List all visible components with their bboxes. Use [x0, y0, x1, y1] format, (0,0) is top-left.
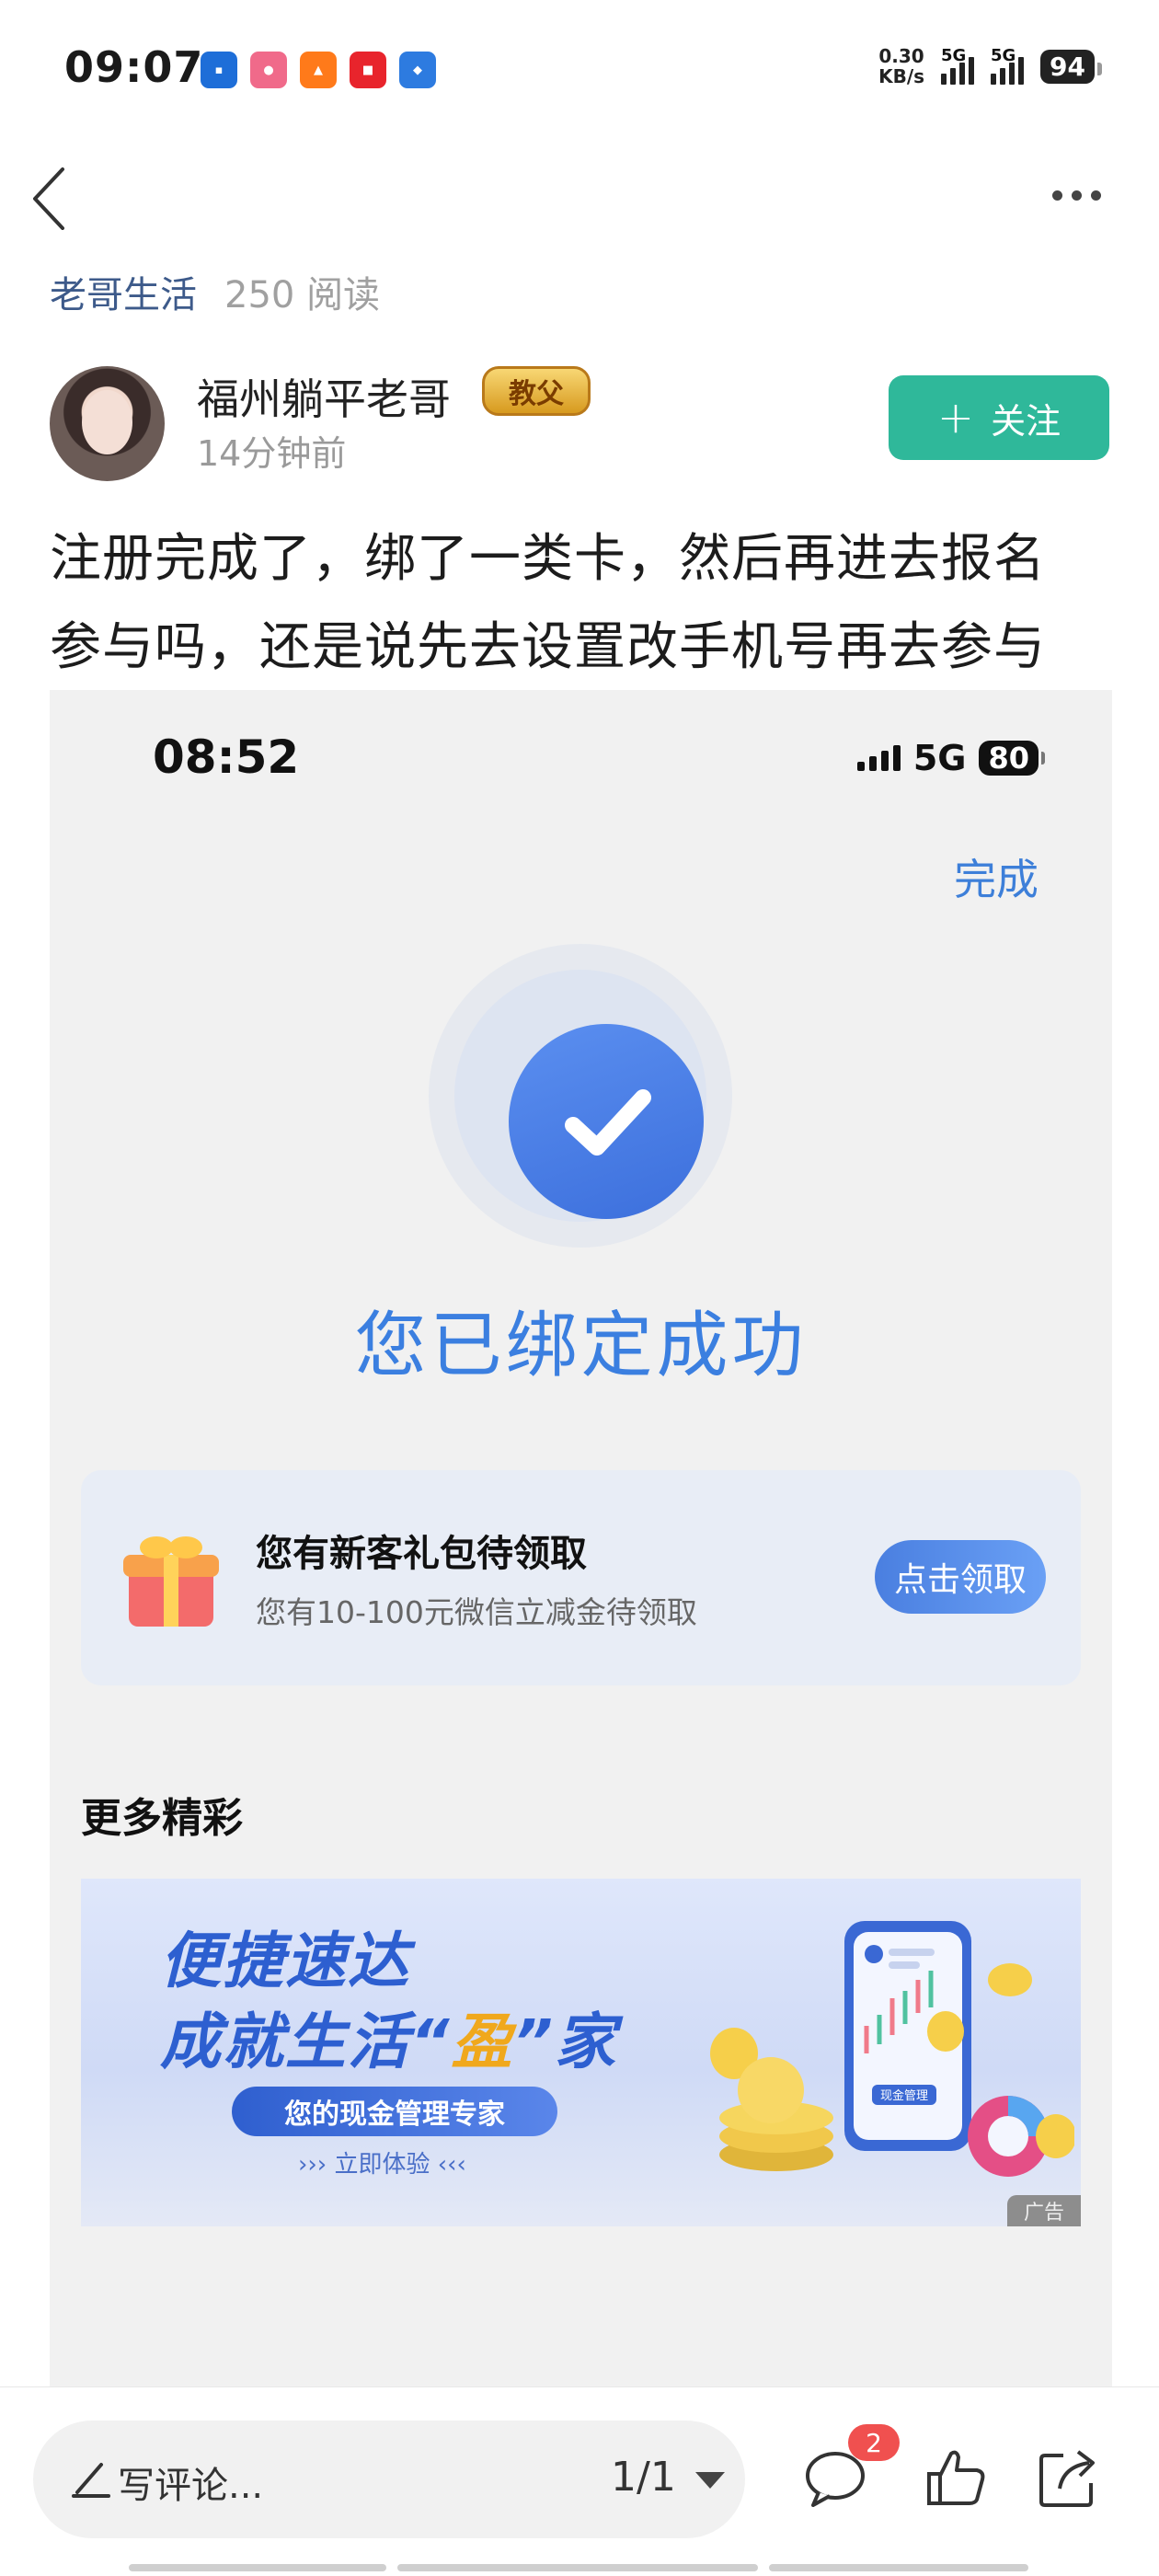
post-line: 参与吗，还是说先去设置改手机号再去参与 [50, 617, 1046, 677]
ad-phone-illustration: 现金管理 [710, 1921, 1074, 2177]
net-speed-value: 0.30 [878, 45, 924, 67]
signal-icon: 5G [991, 46, 1025, 85]
ad-cta: ››› 立即体验 ‹‹‹ [298, 2151, 466, 2179]
top-nav [0, 156, 1159, 239]
ad-headline-highlight: 盈 [451, 2007, 514, 2077]
app-notification-icon: ■ [350, 52, 386, 88]
bottom-bar: 写评论... 1/1 2 [0, 2386, 1159, 2576]
gesture-bar [769, 2564, 1028, 2571]
read-count: 250 阅读 [224, 274, 381, 316]
post-line: 注册完成了，绑了一类卡，然后再进去报名 [50, 529, 1046, 589]
gift-card: 您有新客礼包待领取 您有10-100元微信立减金待领取 点击领取 [81, 1470, 1081, 1685]
net-speed: 0.30 KB/s [878, 46, 924, 86]
pen-icon [72, 2463, 110, 2498]
gift-box-icon [116, 1524, 226, 1634]
app-notification-icon: ● [250, 52, 287, 88]
success-title: 您已绑定成功 [354, 1305, 808, 1387]
author-name[interactable]: 福州躺平老哥 [197, 366, 451, 427]
author-badge: 教父 [482, 366, 591, 416]
status-bar: 09:07 ▪ ● ▲ ■ ◆ 0.30 KB/s 5G 5G 94 [0, 0, 1159, 138]
gesture-bar [129, 2564, 386, 2571]
ad-headline-part: 成就生活“ [160, 2007, 452, 2077]
network-label: 5G [941, 46, 967, 65]
status-time: 09:07 [64, 42, 204, 92]
plus-icon: + [936, 392, 975, 443]
avatar[interactable] [50, 366, 165, 481]
caret-down-icon[interactable] [695, 2472, 725, 2489]
more-section-title: 更多精彩 [81, 1795, 243, 1842]
ad-headline: 成就生活“盈”家 [160, 1993, 617, 2081]
post-text: 注册完成了，绑了一类卡，然后再进去报名 参与吗，还是说先去设置改手机号再去参与 [50, 515, 1117, 692]
network-label: 5G [912, 738, 967, 778]
post-time: 14分钟前 [197, 433, 347, 474]
comment-count-badge: 2 [848, 2424, 900, 2461]
comment-input[interactable]: 写评论... 1/1 [33, 2421, 745, 2538]
ad-pill: 您的现金管理专家 [232, 2087, 557, 2136]
gift-title: 您有新客礼包待领取 [256, 1533, 587, 1575]
gesture-bar [397, 2564, 758, 2571]
app-notification-icon: ▪ [201, 52, 237, 88]
ad-headline: 便捷速达 [160, 1926, 410, 1996]
share-icon[interactable] [1032, 2441, 1106, 2514]
comment-placeholder: 写评论... [118, 2465, 264, 2507]
claim-button: 点击领取 [875, 1540, 1046, 1614]
app-notification-icon: ▲ [300, 52, 337, 88]
author-row: 福州躺平老哥 教父 14分钟前 + 关注 [50, 366, 1109, 486]
ad-banner: 便捷速达 成就生活“盈”家 您的现金管理专家 ››› 立即体验 ‹‹‹ 现金管理 [81, 1879, 1081, 2226]
gift-subtitle: 您有10-100元微信立减金待领取 [256, 1594, 697, 1630]
done-button: 完成 [954, 855, 1039, 904]
follow-label: 关注 [991, 400, 1061, 442]
notification-icons: ▪ ● ▲ ■ ◆ [201, 52, 436, 88]
ad-phone-label: 现金管理 [880, 2088, 928, 2103]
channel-name[interactable]: 老哥生活 [50, 274, 197, 316]
success-check-icon [429, 944, 732, 1248]
signal-icon: 5G [941, 46, 975, 85]
chevron-left-icon[interactable] [26, 166, 81, 230]
image-status-bar: 08:52 5G 80 [50, 690, 1112, 828]
battery-icon: 80 [979, 741, 1045, 776]
app-notification-icon: ◆ [399, 52, 436, 88]
follow-button[interactable]: + 关注 [889, 375, 1109, 460]
status-right: 0.30 KB/s 5G 5G 94 [878, 46, 1102, 86]
ad-headline-part: ”家 [513, 2007, 618, 2077]
ad-tag: 广告 [1007, 2195, 1081, 2226]
image-status-time: 08:52 [153, 730, 300, 784]
image-status-right: 5G 80 [856, 738, 1045, 778]
like-icon[interactable] [920, 2441, 993, 2514]
battery-icon: 94 [1040, 49, 1102, 84]
net-speed-unit: KB/s [878, 65, 925, 87]
post-image[interactable]: 08:52 5G 80 完成 您已绑定成功 您有新客礼包待领取 您有10-100… [50, 690, 1112, 2576]
channel-info: 老哥生活 250 阅读 [50, 265, 380, 318]
more-dots-icon[interactable] [1039, 177, 1113, 213]
signal-icon [856, 745, 901, 771]
network-label: 5G [991, 46, 1016, 65]
page-indicator[interactable]: 1/1 [611, 2454, 676, 2501]
